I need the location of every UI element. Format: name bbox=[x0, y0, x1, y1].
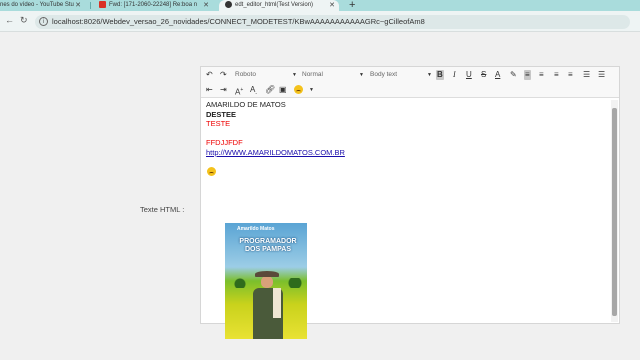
outdent-icon[interactable]: ⇤ bbox=[206, 85, 213, 95]
justify-icon[interactable]: ≡ bbox=[568, 70, 573, 80]
content-line: TESTE bbox=[206, 119, 231, 129]
navigation-bar: ← ↻ i localhost:8026/Webdev_versao_26_no… bbox=[0, 11, 640, 32]
underline-icon[interactable]: U bbox=[466, 70, 472, 80]
text-style-select[interactable]: Body text ▼ bbox=[370, 70, 432, 80]
subscript-icon[interactable]: A- bbox=[250, 85, 257, 99]
highlight-icon[interactable]: ✎ bbox=[510, 70, 517, 80]
content-line: FFDJJFDF bbox=[206, 138, 243, 148]
tab-editor-active[interactable]: edt_editor_html(Test Version) ✕ bbox=[219, 0, 339, 11]
book-cover-image[interactable]: Amarildo Matos PROGRAMADOR DOS PAMPAS bbox=[225, 223, 307, 339]
editor-toolbar: ↶ ↷ Roboto ▼ Normal ▼ Body text ▼ B I U S A… bbox=[201, 67, 619, 98]
back-icon[interactable]: ← bbox=[5, 15, 14, 25]
align-right-icon[interactable]: ≡ bbox=[554, 70, 559, 80]
cover-person bbox=[253, 271, 283, 339]
bullet-list-icon[interactable]: ☰ bbox=[598, 70, 605, 80]
new-tab-button[interactable]: + bbox=[349, 0, 355, 11]
undo-icon[interactable]: ↶ bbox=[206, 70, 213, 80]
address-bar[interactable]: i localhost:8026/Webdev_versao_26_novida… bbox=[35, 15, 630, 29]
content-line: DESTEE bbox=[206, 109, 237, 119]
tab-title: Fwd: [171-2060-22248] Re:boa n bbox=[109, 2, 198, 8]
content-link[interactable]: http://WWW.AMARILDOMATOS.COM.BR bbox=[206, 148, 345, 157]
url-text[interactable]: localhost:8026/Webdev_versao_26_novidade… bbox=[52, 17, 425, 27]
block-format-value: Normal bbox=[302, 71, 323, 78]
person-face bbox=[261, 276, 273, 288]
strikethrough-icon[interactable]: S bbox=[481, 70, 486, 80]
tab-separator bbox=[90, 2, 91, 9]
link-icon[interactable]: 🔗︎ bbox=[265, 85, 275, 95]
close-icon[interactable]: ✕ bbox=[329, 0, 335, 11]
close-icon[interactable]: ✕ bbox=[203, 0, 209, 11]
chevron-down-icon: ▼ bbox=[359, 72, 364, 78]
editor-content[interactable]: AMARILDO DE MATOS DESTEE TESTE FFDJJFDF … bbox=[206, 100, 609, 339]
content-line: AMARILDO DE MATOS bbox=[206, 100, 286, 109]
smiley-icon bbox=[207, 167, 216, 177]
font-family-select[interactable]: Roboto ▼ bbox=[235, 70, 297, 80]
image-icon[interactable]: ▣ bbox=[279, 85, 287, 95]
block-format-select[interactable]: Normal ▼ bbox=[302, 70, 364, 80]
font-family-value: Roboto bbox=[235, 71, 256, 78]
html-field-label: Texte HTML : bbox=[140, 205, 185, 214]
chevron-down-icon: ▼ bbox=[292, 72, 297, 78]
chevron-down-icon[interactable]: ▼ bbox=[309, 85, 314, 95]
superscript-icon[interactable]: A+ bbox=[235, 85, 243, 98]
tab-youtube-studio[interactable]: nes do vídeo - YouTube Stu ✕ bbox=[0, 0, 85, 11]
close-icon[interactable]: ✕ bbox=[75, 0, 81, 11]
content-emoji bbox=[207, 167, 609, 179]
editor-scrollbar[interactable] bbox=[611, 100, 618, 322]
person-hat bbox=[255, 271, 279, 277]
numbered-list-icon[interactable]: ☰ bbox=[583, 70, 590, 80]
reload-icon[interactable]: ↻ bbox=[20, 15, 28, 26]
site-info-icon[interactable]: i bbox=[39, 17, 48, 26]
globe-icon bbox=[225, 0, 232, 8]
gmail-icon bbox=[99, 0, 106, 8]
cover-author: Amarildo Matos bbox=[237, 226, 275, 232]
html-editor: ↶ ↷ Roboto ▼ Normal ▼ Body text ▼ B I U S A… bbox=[200, 66, 620, 339]
tab-strip: nes do vídeo - YouTube Stu ✕ Fwd: [171-2… bbox=[0, 0, 640, 11]
text-style-value: Body text bbox=[370, 71, 398, 78]
bold-icon[interactable]: B bbox=[436, 70, 444, 80]
person-scarf bbox=[273, 288, 281, 318]
scrollbar-thumb[interactable] bbox=[612, 108, 617, 316]
italic-icon[interactable]: I bbox=[453, 70, 456, 80]
text-color-icon[interactable]: A bbox=[495, 70, 500, 80]
align-left-icon[interactable]: ≡ bbox=[524, 70, 531, 80]
tab-title: nes do vídeo - YouTube Stu bbox=[0, 2, 74, 8]
tab-title: edt_editor_html(Test Version) bbox=[235, 2, 314, 8]
align-center-icon[interactable]: ≡ bbox=[539, 70, 544, 80]
tab-gmail[interactable]: Fwd: [171-2060-22248] Re:boa n ✕ bbox=[95, 0, 213, 11]
cover-title: PROGRAMADOR DOS PAMPAS bbox=[239, 238, 297, 253]
emoji-icon[interactable] bbox=[294, 85, 303, 97]
chevron-down-icon: ▼ bbox=[427, 72, 432, 78]
redo-icon[interactable]: ↷ bbox=[220, 70, 227, 80]
indent-icon[interactable]: ⇥ bbox=[220, 85, 227, 95]
